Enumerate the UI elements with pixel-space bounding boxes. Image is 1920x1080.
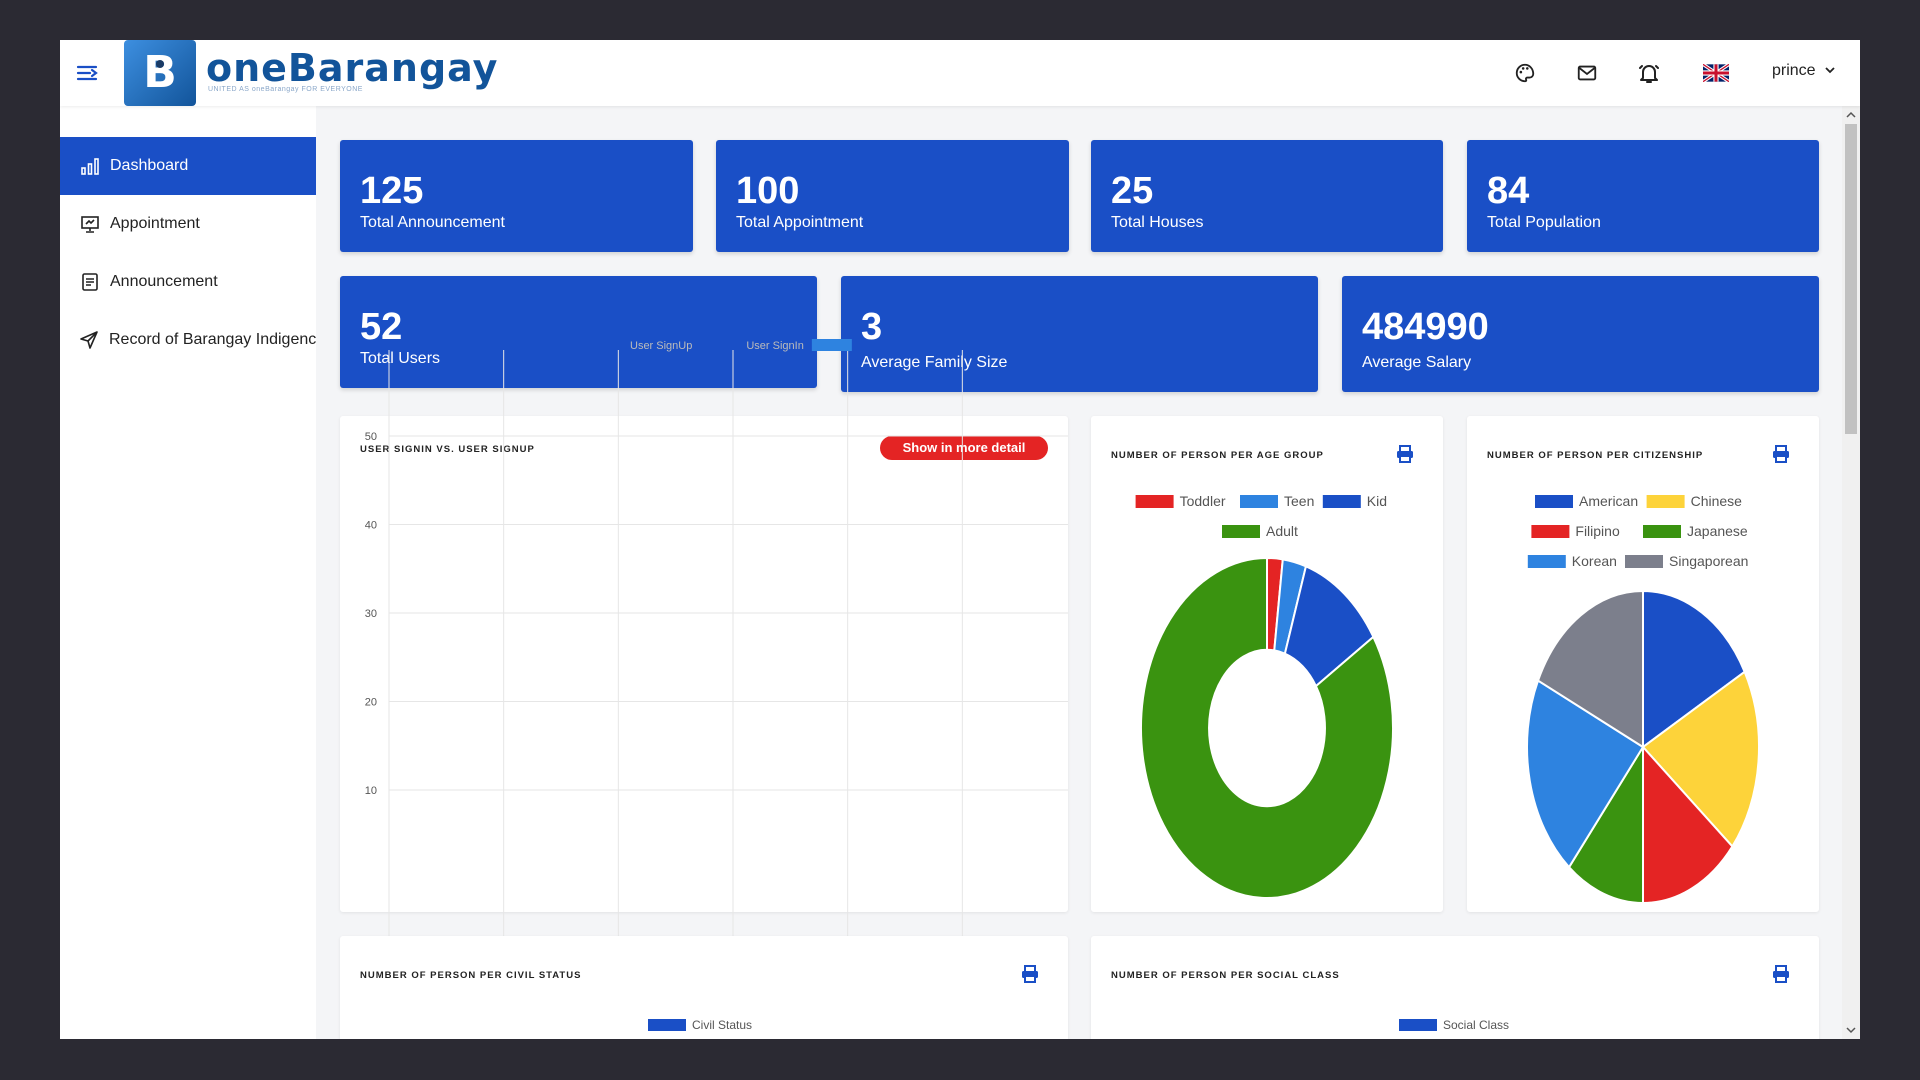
citizenship-panel: NUMBER OF PERSON PER CITIZENSHIP America… — [1467, 416, 1819, 912]
legend-label: Chinese — [1691, 493, 1743, 509]
stat-card-announcement[interactable]: 125 Total Announcement — [340, 140, 693, 252]
sidebar-item-label: Record of Barangay Indigency — [109, 331, 316, 348]
legend-label: Japanese — [1687, 523, 1748, 539]
top-navbar: B oneBarangay UNITED AS oneBarangay FOR … — [60, 40, 1860, 106]
legend-swatch — [1643, 525, 1681, 538]
age-group-chart: Toddler Teen Kid Adult — [1135, 493, 1394, 899]
legend-label: Social Class — [1443, 1018, 1510, 1032]
legend-swatch — [811, 339, 852, 351]
stat-value: 100 — [736, 170, 800, 212]
user-name: prince — [1772, 62, 1816, 79]
legend-label: Adult — [1266, 523, 1298, 539]
panel-title: NUMBER OF PERSON PER CIVIL STATUS — [360, 970, 582, 981]
legend-label: User SignUp — [630, 340, 692, 352]
legend-label: Teen — [1284, 493, 1314, 509]
legend-label: Civil Status — [692, 1018, 753, 1032]
palette-icon[interactable] — [1512, 60, 1538, 86]
app-window: B oneBarangay UNITED AS oneBarangay FOR … — [60, 40, 1860, 1039]
brand-name[interactable]: oneBarangay — [206, 46, 498, 90]
sidebar-item-appointment[interactable]: Appointment — [60, 195, 316, 253]
uk-flag-icon[interactable] — [1703, 60, 1729, 86]
chevron-down-icon — [1825, 67, 1835, 74]
legend-item[interactable]: Civil Status — [648, 1018, 752, 1032]
scroll-down-icon[interactable] — [1842, 1023, 1860, 1037]
legend-label: Korean — [1572, 553, 1617, 569]
logo[interactable]: B — [124, 40, 196, 106]
stat-value: 84 — [1487, 170, 1530, 212]
stat-card-salary[interactable]: 484990 Average Salary — [1342, 276, 1819, 392]
stat-value: 125 — [360, 170, 424, 212]
sidebar-item-indigency[interactable]: Record of Barangay Indigency — [60, 311, 316, 369]
bell-icon[interactable] — [1636, 60, 1662, 86]
legend-swatch — [1527, 555, 1566, 568]
presentation-icon — [81, 216, 99, 233]
stat-label: Total Announcement — [360, 214, 505, 231]
scroll-up-icon[interactable] — [1842, 108, 1860, 122]
panel-title: NUMBER OF PERSON PER SOCIAL CLASS — [1111, 970, 1340, 981]
stat-card-population[interactable]: 84 Total Population — [1467, 140, 1819, 252]
social-class-panel: NUMBER OF PERSON PER SOCIAL CLASS Social… — [1091, 936, 1819, 1039]
legend-swatch — [648, 1019, 686, 1031]
y-tick-label: 50 — [365, 431, 377, 443]
legend-swatch — [1399, 1019, 1437, 1031]
legend-swatch — [1135, 495, 1174, 508]
legend-swatch — [1222, 525, 1260, 538]
page-scrollbar[interactable] — [1842, 106, 1860, 1039]
stat-label: Total Population — [1487, 214, 1601, 231]
mail-icon[interactable] — [1574, 60, 1600, 86]
legend-swatch — [1646, 495, 1685, 508]
legend-swatch — [1531, 525, 1570, 538]
y-tick-label: 10 — [365, 785, 377, 797]
brand-tagline: UNITED AS oneBarangay FOR EVERYONE — [208, 86, 363, 93]
print-icon[interactable] — [1771, 964, 1791, 984]
bar-chart-icon — [81, 158, 99, 175]
menu-toggle-icon[interactable] — [76, 61, 100, 85]
document-icon — [82, 273, 98, 291]
stat-label: Total Houses — [1111, 214, 1204, 231]
stat-card-houses[interactable]: 25 Total Houses — [1091, 140, 1443, 252]
stat-label: Average Salary — [1362, 354, 1472, 371]
scroll-thumb[interactable] — [1845, 124, 1857, 434]
sidebar-item-dashboard[interactable]: Dashboard — [60, 137, 316, 195]
print-icon[interactable] — [1020, 964, 1040, 984]
legend-label: User SignIn — [746, 340, 803, 352]
send-icon — [80, 331, 98, 349]
legend-label: Singaporean — [1669, 553, 1748, 569]
sidebar-item-label: Appointment — [110, 215, 200, 232]
legend-item[interactable]: Social Class — [1399, 1018, 1509, 1032]
legend-swatch — [1535, 495, 1573, 508]
stat-value: 484990 — [1362, 306, 1489, 348]
civil-status-panel: NUMBER OF PERSON PER CIVIL STATUS Civil … — [340, 936, 1068, 1039]
stat-label: Total Appointment — [736, 214, 864, 231]
legend-swatch — [1322, 495, 1361, 508]
y-tick-label: 40 — [365, 520, 377, 532]
stat-value: 25 — [1111, 170, 1154, 212]
sidebar-item-label: Dashboard — [110, 157, 189, 174]
legend-swatch — [1240, 495, 1278, 508]
sidebar-item-announcement[interactable]: Announcement — [60, 253, 316, 311]
age-group-panel: NUMBER OF PERSON PER AGE GROUP Toddler Te… — [1091, 416, 1443, 912]
sidebar-item-label: Announcement — [110, 273, 218, 290]
legend-label: American — [1579, 493, 1638, 509]
legend-label: Kid — [1367, 493, 1387, 509]
legend-label: Filipino — [1575, 523, 1620, 539]
legend-label: Toddler — [1180, 493, 1226, 509]
y-tick-label: 30 — [365, 608, 377, 620]
user-menu[interactable]: prince — [1772, 62, 1836, 80]
citizenship-chart: American Chinese Filipino Japanese Korean Sin… — [1526, 493, 1760, 905]
signin-line-chart: 50 40 30 20 10 User SignUp User SignIn — [365, 339, 1068, 986]
y-tick-label: 20 — [365, 697, 377, 709]
legend-swatch — [1625, 555, 1663, 568]
sidebar: Dashboard Appointment Announcement Recor… — [60, 106, 316, 1039]
stat-card-appointment[interactable]: 100 Total Appointment — [716, 140, 1069, 252]
